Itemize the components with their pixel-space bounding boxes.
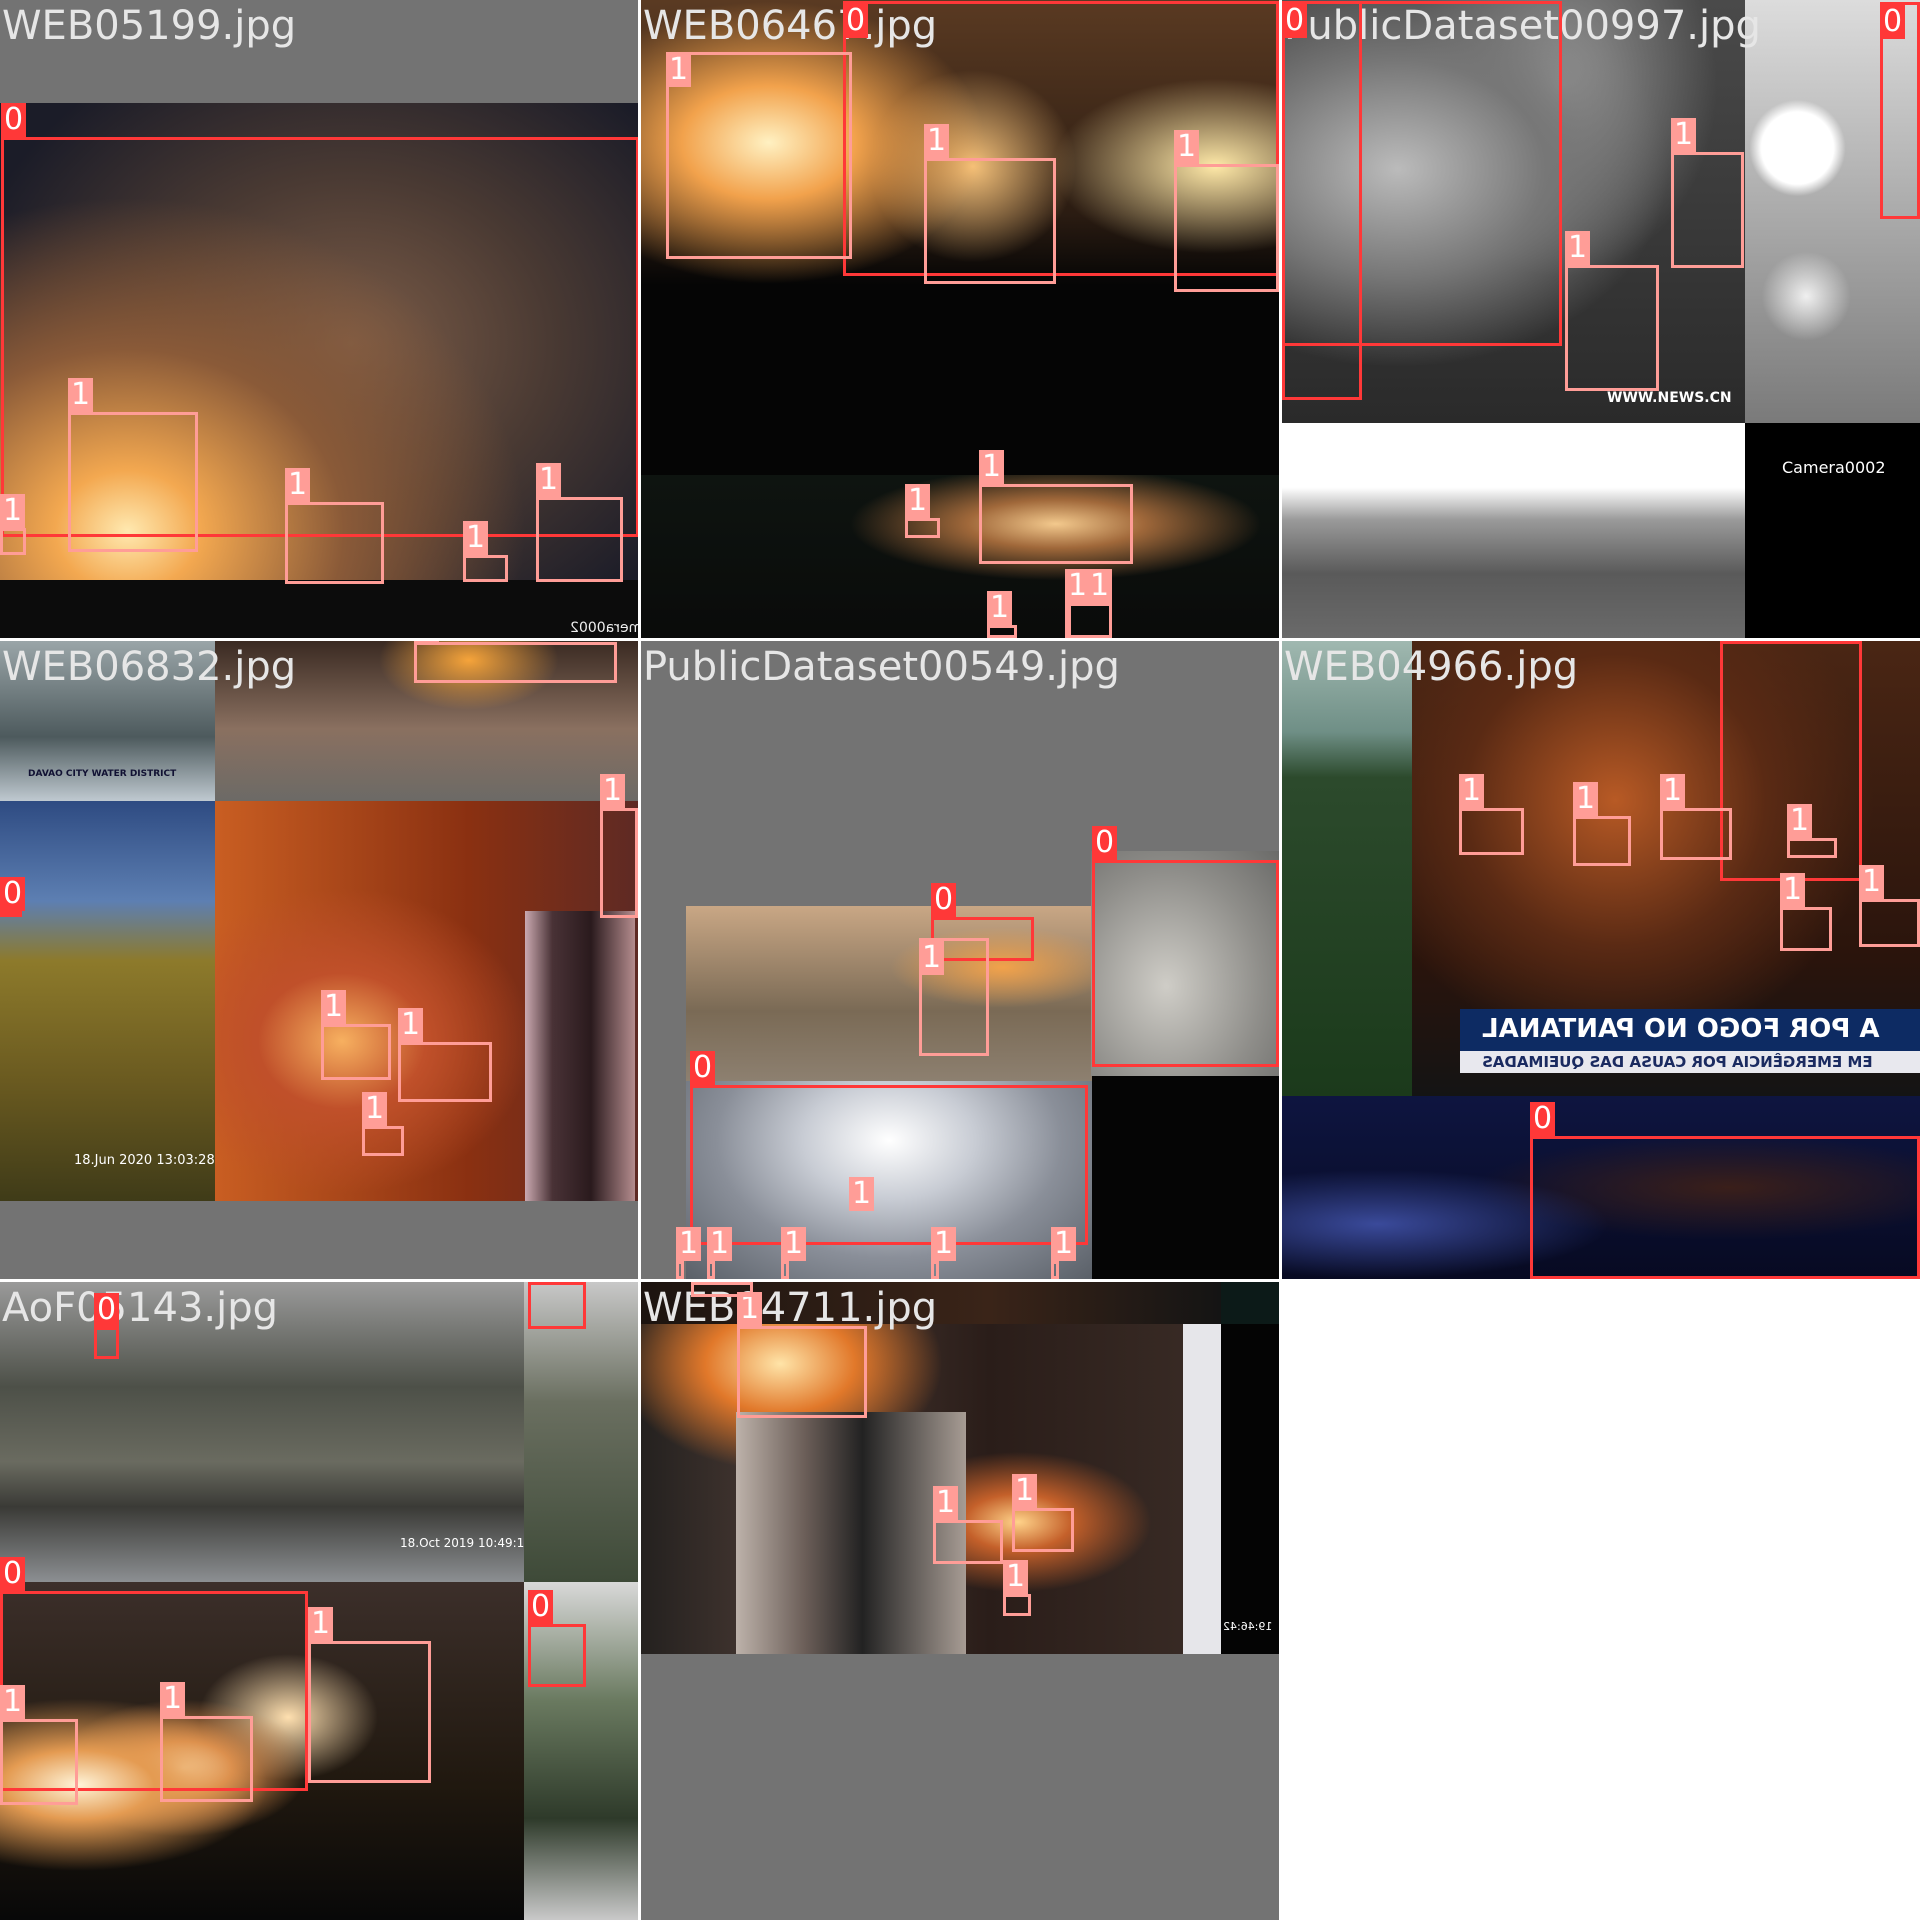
bbox-class-1: 1	[321, 990, 391, 1080]
grayscale-hill-image	[1282, 423, 1745, 638]
bbox-class-0: 0	[0, 877, 26, 917]
ground-strip	[0, 580, 638, 638]
bbox-class-1: 1	[924, 124, 1056, 284]
filename-label: AoF05143.jpg	[2, 1285, 278, 1331]
mosaic-tile-2: WEB06467.jpg 0 1 1 1 1 1 1 1 1	[641, 0, 1279, 638]
bbox-class-1: 1	[0, 494, 26, 555]
time-text: 19:46:42	[1223, 1620, 1273, 1633]
mosaic-tile-6: A POR FOGO NO PANTANAL EM EMERGÊNCIA POR…	[1282, 641, 1920, 1279]
bbox-class-1: 1	[1787, 804, 1837, 858]
bbox-class-1: 1	[1565, 231, 1659, 391]
bbox-class-1: 1	[666, 52, 852, 259]
bbox-class-1: 1	[933, 1486, 1003, 1564]
mosaic-tile-8: 19:46:42 WEB04711.jpg 1 1 1 1 1	[641, 1282, 1279, 1920]
bbox-class-1: 1	[463, 521, 508, 582]
bbox-class-1: 1	[849, 1177, 875, 1211]
bbox-label: 0	[1, 103, 27, 137]
city-night-image	[1092, 1076, 1279, 1279]
sign-text: DAVAO CITY WATER DISTRICT	[28, 769, 177, 779]
bbox-class-1: 1	[1459, 774, 1524, 855]
bbox-class-1: 1	[600, 774, 638, 918]
bbox-class-0: 0	[528, 1282, 586, 1329]
bbox-class-1: 1	[285, 468, 384, 584]
news-banner-subtext: EM EMERGÊNCIA POR CAUSA DAS QUEIMADAS	[1482, 1053, 1873, 1071]
top-strip-dark	[1221, 1282, 1279, 1324]
camera-overlay-text: Camera0002	[570, 620, 638, 636]
bbox-class-1: 1	[1573, 782, 1631, 866]
bbox-class-1: 1	[1859, 865, 1920, 947]
timestamp-text: 18.Jun 2020 13:03:28	[74, 1153, 215, 1168]
bbox-class-1: 1	[781, 1227, 807, 1279]
watermark-text: WWW.NEWS.CN	[1607, 390, 1732, 406]
bbox-class-0: 0	[1530, 1102, 1920, 1279]
bbox-class-1: 1	[1003, 1560, 1031, 1616]
filename-label: WEB06832.jpg	[2, 644, 297, 690]
mosaic-tile-3: WWW.NEWS.CN Camera0002 PublicDataset0099…	[1282, 0, 1920, 638]
bbox-class-1: 1	[0, 1685, 78, 1805]
bbox-class-1: 1	[414, 641, 617, 683]
bbox-class-1: 1	[308, 1607, 431, 1783]
bbox-class-1: 1	[1066, 569, 1113, 638]
pillar-white	[1183, 1324, 1221, 1654]
bbox-class-0: 0	[690, 1051, 1088, 1245]
bbox-class-1: 1	[1780, 873, 1832, 951]
doorway	[525, 911, 635, 1201]
bbox-class-1: 1	[1051, 1227, 1077, 1279]
mosaic-tile-1: Camera0002 WEB05199.jpg 0 1 1 1 1 1	[0, 0, 638, 638]
bbox-class-1: 1	[691, 1282, 753, 1297]
forest-image	[1282, 641, 1412, 1096]
pad-gray	[641, 1654, 1279, 1920]
bbox-class-1: 1	[737, 1292, 867, 1418]
bbox-class-1: 1	[676, 1227, 702, 1279]
bbox-class-1: 1	[987, 591, 1017, 638]
filename-label: PublicDataset00549.jpg	[643, 644, 1120, 690]
filename-label: WEB04966.jpg	[1284, 644, 1579, 690]
street-night-image	[641, 475, 1279, 638]
bbox-class-1: 1	[536, 463, 623, 582]
camera-black-panel	[1745, 423, 1920, 638]
bbox-class-1: 1	[160, 1682, 253, 1802]
timestamp-text: 18.Oct 2019 10:49:13	[400, 1536, 532, 1550]
mosaic-tile-7: 18.Oct 2019 10:49:13 AoF05143.jpg 0 0 0 …	[0, 1282, 638, 1920]
bbox-class-1: 1	[919, 938, 989, 1056]
bbox-class-1: 1	[1012, 1474, 1074, 1552]
bbox-class-0: 0	[528, 1590, 586, 1687]
filename-label: WEB05199.jpg	[2, 3, 297, 49]
bbox-class-0	[1282, 1, 1562, 346]
bbox-class-1: 1	[979, 450, 1133, 564]
camera-label-text: Camera0002	[1782, 458, 1886, 477]
bbox-class-0: 0	[1092, 826, 1279, 1067]
bbox-class-1: 1	[398, 1008, 492, 1102]
hillside-image	[0, 801, 215, 1201]
filename-label: WEB04711.jpg	[643, 1285, 938, 1331]
bbox-class-1: 1	[1174, 130, 1279, 292]
dark-side-image	[1221, 1324, 1279, 1654]
bbox-class-0: 0	[94, 1293, 120, 1359]
cabinet-panel	[736, 1412, 966, 1654]
bbox-class-1: 1	[1660, 774, 1732, 860]
bbox-class-1: 1	[905, 484, 940, 538]
mosaic-tile-4: DAVAO CITY WATER DISTRICT 18.Jun 2020 13…	[0, 641, 638, 1279]
news-banner-text: A POR FOGO NO PANTANAL	[1482, 1014, 1880, 1044]
bbox-class-0: 0	[1880, 2, 1920, 219]
bbox-class-1: 1	[707, 1227, 733, 1279]
bbox-class-1: 1	[931, 1227, 957, 1279]
bbox-class-1: 1	[1671, 118, 1744, 268]
mosaic-tile-5: PublicDataset00549.jpg 0 0 1 0 1 1 1 1 1…	[641, 641, 1279, 1279]
bbox-class-1: 1	[362, 1092, 404, 1156]
pad-gray	[0, 1201, 638, 1279]
bbox-class-1: 1	[68, 378, 198, 552]
